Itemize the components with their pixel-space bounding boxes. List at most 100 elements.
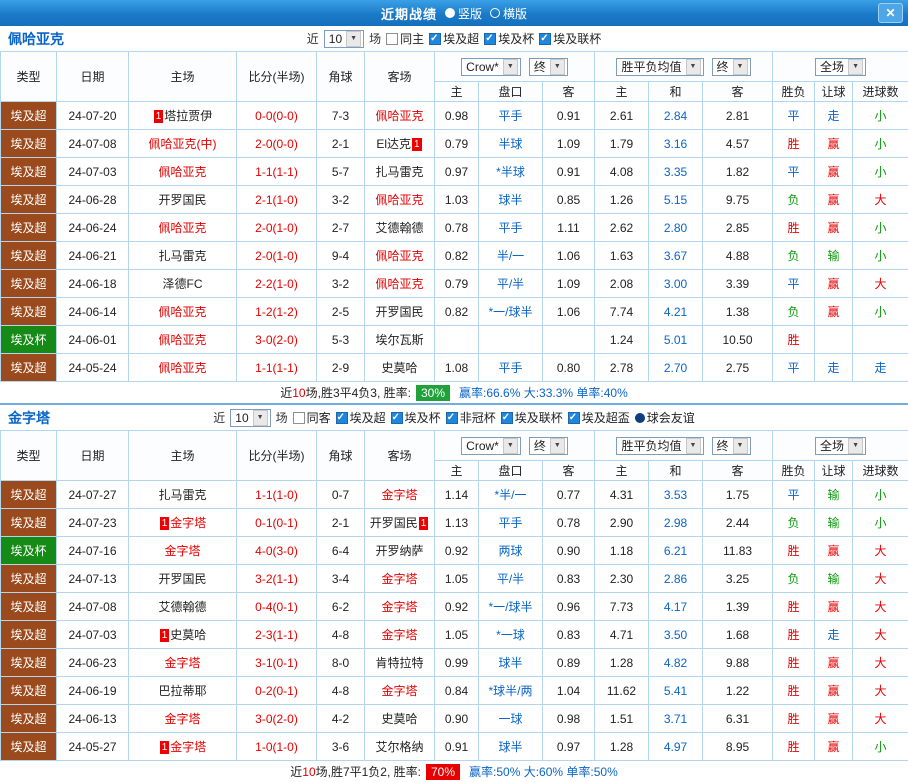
score-cell[interactable]: 0-2(0-1): [237, 677, 317, 705]
team-name-link[interactable]: 金字塔: [164, 544, 200, 558]
score-cell[interactable]: 0-0(0-0): [237, 102, 317, 130]
league-filter[interactable]: 埃及杯: [484, 30, 534, 47]
league-checkbox[interactable]: [336, 412, 348, 424]
team-name-link[interactable]: 史莫哈: [381, 712, 417, 726]
odds-company-select[interactable]: Crow*▼: [461, 437, 521, 455]
team-name-link[interactable]: 金字塔: [170, 740, 206, 754]
score-cell[interactable]: 2-1(1-0): [237, 186, 317, 214]
same-venue-checkbox[interactable]: [293, 412, 305, 424]
team-name-link[interactable]: 扎马雷克: [158, 249, 206, 263]
team-name-link[interactable]: 肯特拉特: [375, 656, 423, 670]
odds-final-select[interactable]: 终▼: [529, 437, 568, 455]
avg-type-select[interactable]: 胜平负均值▼: [616, 437, 703, 455]
score-cell[interactable]: 0-1(0-1): [237, 509, 317, 537]
score-cell[interactable]: 0-4(0-1): [237, 593, 317, 621]
avg-final-select[interactable]: 终▼: [712, 58, 751, 76]
team-name-link[interactable]: 史莫哈: [381, 361, 417, 375]
league-checkbox[interactable]: [484, 33, 496, 45]
team-name-link[interactable]: 扎马雷克: [375, 165, 423, 179]
close-button[interactable]: ✕: [878, 3, 903, 23]
score-cell[interactable]: 1-2(1-2): [237, 298, 317, 326]
team-name-link[interactable]: 开罗国民: [158, 572, 206, 586]
score-cell[interactable]: 1-1(1-1): [237, 158, 317, 186]
team-name-link[interactable]: 金字塔: [381, 600, 417, 614]
league-checkbox[interactable]: [568, 412, 580, 424]
team-name-link[interactable]: 艾尔格纳: [375, 740, 423, 754]
league-checkbox[interactable]: [391, 412, 403, 424]
same-venue-filter[interactable]: 同主: [386, 30, 424, 47]
league-filter[interactable]: 埃及超: [336, 409, 386, 426]
team-name-link[interactable]: El达克: [376, 137, 411, 151]
same-venue-checkbox[interactable]: [386, 33, 398, 45]
league-filter[interactable]: 球会友谊: [635, 409, 695, 426]
team-name-link[interactable]: 塔拉贾伊: [164, 109, 212, 123]
team-name-link[interactable]: 金字塔: [381, 488, 417, 502]
team-name-link[interactable]: 泽德FC: [163, 277, 203, 291]
team-name-link[interactable]: 艾德翰德: [375, 221, 423, 235]
scope-select[interactable]: 全场▼: [815, 437, 866, 455]
league-filter[interactable]: 埃及联杯: [539, 30, 601, 47]
odds-company-select[interactable]: Crow*▼: [461, 58, 521, 76]
league-filter[interactable]: 埃及联杯: [501, 409, 563, 426]
scope-select[interactable]: 全场▼: [815, 58, 866, 76]
same-venue-filter[interactable]: 同客: [293, 409, 331, 426]
team-name-link[interactable]: 开罗国民: [375, 305, 423, 319]
team-name-link[interactable]: 佩哈亚克: [375, 249, 423, 263]
league-filter[interactable]: 埃及超盃: [568, 409, 630, 426]
team-name-link[interactable]: 扎马雷克: [158, 488, 206, 502]
team-name-link[interactable]: 佩哈亚克: [158, 165, 206, 179]
team-name-link[interactable]: 佩哈亚克: [158, 361, 206, 375]
league-filter[interactable]: 非冠杯: [446, 409, 496, 426]
league-filter[interactable]: 埃及杯: [391, 409, 441, 426]
league-checkbox[interactable]: [446, 412, 458, 424]
league-checkbox[interactable]: [539, 33, 551, 45]
league-checkbox[interactable]: [429, 33, 441, 45]
score-cell[interactable]: 2-2(1-0): [237, 270, 317, 298]
result-cell: 胜: [773, 326, 815, 354]
team-name-link[interactable]: 金字塔: [164, 712, 200, 726]
layout-option-horizontal[interactable]: 横版: [490, 5, 527, 22]
avg-final-select[interactable]: 终▼: [712, 437, 751, 455]
league-checkbox[interactable]: [501, 412, 513, 424]
team-name-link[interactable]: 金字塔: [381, 628, 417, 642]
score-cell[interactable]: 3-1(0-1): [237, 649, 317, 677]
team-name-link[interactable]: 佩哈亚克: [375, 277, 423, 291]
score-cell[interactable]: 4-0(3-0): [237, 537, 317, 565]
team-name-link[interactable]: 开罗国民: [158, 193, 206, 207]
team-name-link[interactable]: 史莫哈: [170, 628, 206, 642]
score-cell[interactable]: 3-2(1-1): [237, 565, 317, 593]
team-name-link[interactable]: 金字塔: [164, 656, 200, 670]
layout-option-vertical[interactable]: 竖版: [445, 5, 482, 22]
recent-count-select[interactable]: 10▼: [230, 409, 270, 427]
recent-count-select[interactable]: 10▼: [324, 30, 364, 48]
team-name-link[interactable]: 开罗国民: [370, 516, 418, 530]
score-cell[interactable]: 2-0(0-0): [237, 130, 317, 158]
home-odds-cell: 0.84: [435, 677, 479, 705]
league-filter[interactable]: 埃及超: [429, 30, 479, 47]
scope-select-value: 全场: [820, 58, 844, 75]
score-cell[interactable]: 1-0(1-0): [237, 733, 317, 761]
odds-final-select[interactable]: 终▼: [529, 58, 568, 76]
score-cell[interactable]: 2-0(1-0): [237, 214, 317, 242]
team-name-link[interactable]: 金字塔: [381, 572, 417, 586]
team-name-link[interactable]: 佩哈亚克: [375, 109, 423, 123]
team-name-link[interactable]: 佩哈亚克: [158, 305, 206, 319]
score-cell[interactable]: 2-0(1-0): [237, 242, 317, 270]
team-name-link[interactable]: 佩哈亚克(中): [149, 137, 217, 151]
score-cell[interactable]: 3-0(2-0): [237, 705, 317, 733]
score-cell[interactable]: 3-0(2-0): [237, 326, 317, 354]
score-cell[interactable]: 1-1(1-0): [237, 481, 317, 509]
score-cell[interactable]: 1-1(1-1): [237, 354, 317, 382]
score-cell[interactable]: 2-3(1-1): [237, 621, 317, 649]
team-name-link[interactable]: 佩哈亚克: [158, 333, 206, 347]
summary-stats: 赢率:66.6% 大:33.3% 单率:40%: [459, 384, 628, 401]
avg-type-select[interactable]: 胜平负均值▼: [616, 58, 703, 76]
team-name-link[interactable]: 巴拉蒂耶: [158, 684, 206, 698]
team-name-link[interactable]: 金字塔: [170, 516, 206, 530]
team-name-link[interactable]: 佩哈亚克: [158, 221, 206, 235]
team-name-link[interactable]: 佩哈亚克: [375, 193, 423, 207]
team-name-link[interactable]: 金字塔: [381, 684, 417, 698]
team-name-link[interactable]: 开罗纳萨: [375, 544, 423, 558]
team-name-link[interactable]: 艾德翰德: [158, 600, 206, 614]
team-name-link[interactable]: 埃尔瓦斯: [375, 333, 423, 347]
